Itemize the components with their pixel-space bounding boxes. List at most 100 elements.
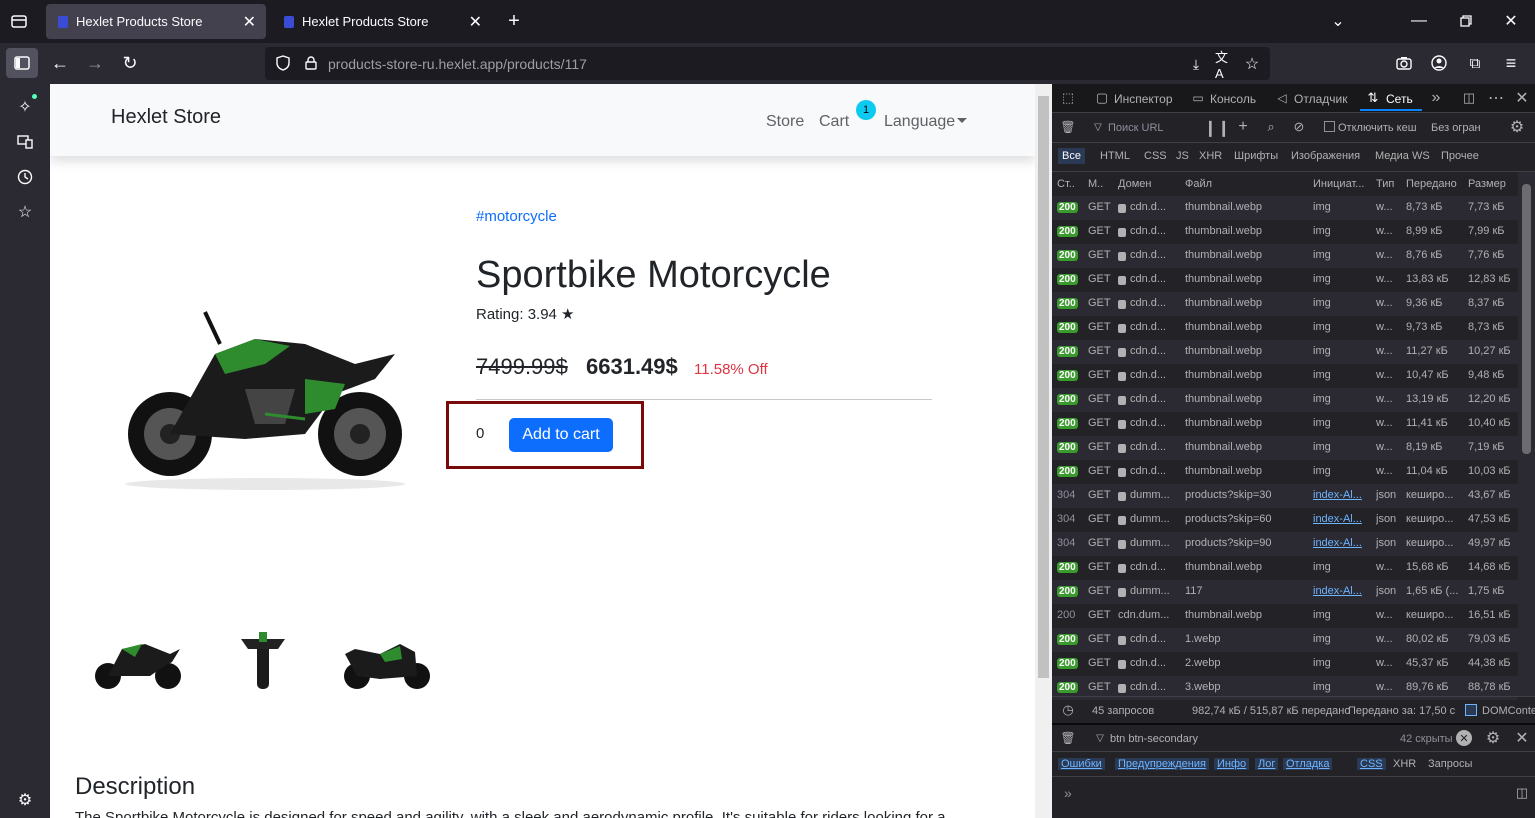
product-tag-link[interactable]: #motorcycle: [476, 208, 557, 225]
throttle-select[interactable]: Без огран: [1431, 122, 1481, 134]
url-bar[interactable]: products-store-ru.hexlet.app/products/11…: [265, 47, 1270, 81]
network-scrollbar[interactable]: [1518, 172, 1535, 696]
nav-cart-link[interactable]: Cart: [819, 113, 849, 131]
filter-fonts[interactable]: Шрифты: [1234, 150, 1278, 162]
customize-sidebar-gear-icon[interactable]: ⚙: [14, 789, 36, 811]
tab-overview-icon[interactable]: [8, 10, 30, 32]
console-settings-gear-icon[interactable]: ⚙: [1485, 730, 1501, 747]
ai-chatbot-icon[interactable]: ✧: [14, 96, 36, 118]
filter-xhr[interactable]: XHR: [1199, 150, 1222, 162]
col-size[interactable]: Размер: [1468, 178, 1506, 190]
restore-icon[interactable]: [1455, 10, 1477, 32]
network-icon[interactable]: ⇅: [1365, 90, 1381, 106]
history-icon[interactable]: [14, 166, 36, 188]
col-initiator[interactable]: Инициат...: [1313, 178, 1364, 190]
console-clear-trash-icon[interactable]: 🗑: [1060, 730, 1076, 746]
network-request-row[interactable]: 200 GET cdn.d... thumbnail.webp img w... 8,19 …: [1052, 436, 1518, 460]
col-method[interactable]: М..: [1088, 178, 1103, 190]
thumbnail-1[interactable]: [90, 624, 185, 694]
menu-icon[interactable]: ≡: [1499, 51, 1523, 75]
sidebar-toggle-icon[interactable]: [6, 48, 38, 78]
network-request-row[interactable]: 304 GET dumm... products?skip=30 index-Al...…: [1052, 484, 1518, 508]
col-transferred[interactable]: Передано: [1406, 178, 1457, 190]
screenshot-icon[interactable]: [1392, 51, 1416, 75]
network-settings-gear-icon[interactable]: ⚙: [1509, 119, 1525, 136]
tab-inspector[interactable]: Инспектор: [1114, 92, 1173, 106]
network-request-row[interactable]: 200 GET cdn.d... thumbnail.webp img w... 11,41…: [1052, 412, 1518, 436]
network-request-row[interactable]: 304 GET dumm... products?skip=60 index-Al...…: [1052, 508, 1518, 532]
tab-network[interactable]: Сеть: [1386, 92, 1413, 106]
browser-tab-1[interactable]: Hexlet Products Store ✕: [46, 4, 266, 39]
close-window-icon[interactable]: ✕: [1500, 10, 1522, 32]
debugger-icon[interactable]: ◁: [1274, 90, 1290, 106]
level-warnings[interactable]: Предупреждения: [1115, 758, 1209, 770]
account-icon[interactable]: [1427, 51, 1451, 75]
close-devtools-icon[interactable]: ✕: [1514, 90, 1530, 107]
filter-media[interactable]: Медиа: [1375, 150, 1409, 162]
network-request-row[interactable]: 200 GET cdn.d... thumbnail.webp img w... 11,04…: [1052, 460, 1518, 484]
network-request-row[interactable]: 200 GET cdn.dum... thumbnail.webp img w... кеш…: [1052, 604, 1518, 628]
pause-icon[interactable]: ❙❙: [1204, 120, 1231, 137]
network-request-row[interactable]: 200 GET cdn.d... 1.webp img w... 80,02 кБ 79,03…: [1052, 628, 1518, 652]
console-icon[interactable]: ▭: [1190, 90, 1206, 106]
network-request-row[interactable]: 200 GET cdn.d... thumbnail.webp img w... 11,27…: [1052, 340, 1518, 364]
devtools-menu-icon[interactable]: ⋯: [1488, 90, 1504, 107]
clear-trash-icon[interactable]: 🗑: [1060, 119, 1076, 135]
lock-icon[interactable]: [303, 55, 319, 71]
filter-ws[interactable]: WS: [1412, 150, 1430, 162]
browser-tab-2[interactable]: Hexlet Products Store ✕: [272, 4, 492, 39]
nav-store-link[interactable]: Store: [766, 113, 804, 131]
pick-element-icon[interactable]: ⬚: [1060, 90, 1076, 106]
download-page-icon[interactable]: ⤓: [1187, 55, 1205, 73]
cell-initiator[interactable]: index-Al...: [1313, 537, 1362, 549]
close-console-icon[interactable]: ✕: [1514, 730, 1530, 747]
scrollbar-thumb[interactable]: [1038, 96, 1049, 678]
new-tab-icon[interactable]: +: [503, 10, 525, 32]
network-request-row[interactable]: 200 GET cdn.d... thumbnail.webp img w... 9,73 …: [1052, 316, 1518, 340]
filter-all[interactable]: Все: [1058, 148, 1085, 164]
tab-console[interactable]: Консоль: [1210, 92, 1256, 106]
network-request-row[interactable]: 200 GET cdn.d... thumbnail.webp img w... 8,73 …: [1052, 196, 1518, 220]
network-request-row[interactable]: 304 GET dumm... products?skip=90 index-Al...…: [1052, 532, 1518, 556]
cell-initiator[interactable]: index-Al...: [1313, 513, 1362, 525]
inspector-icon[interactable]: ▢: [1094, 90, 1110, 106]
minimize-icon[interactable]: —: [1408, 10, 1430, 32]
level-debug[interactable]: Отладка: [1283, 758, 1333, 770]
network-request-row[interactable]: 200 GET cdn.d... thumbnail.webp img w... 8,76 …: [1052, 244, 1518, 268]
disable-cache-checkbox[interactable]: [1324, 121, 1335, 132]
filter-xhr-messages[interactable]: XHR: [1393, 758, 1416, 770]
filter-css[interactable]: CSS: [1144, 150, 1167, 162]
more-tabs-icon[interactable]: »: [1428, 89, 1444, 106]
level-info[interactable]: Инфо: [1214, 758, 1250, 770]
add-to-cart-button[interactable]: Add to cart: [509, 418, 613, 452]
dropdown-caret-icon[interactable]: [957, 118, 967, 123]
add-icon[interactable]: +: [1235, 118, 1251, 135]
network-request-row[interactable]: 200 GET cdn.d... thumbnail.webp img w... 9,36 …: [1052, 292, 1518, 316]
editor-mode-icon[interactable]: ◫: [1514, 785, 1530, 801]
url-filter-input[interactable]: Поиск URL: [1108, 122, 1164, 134]
filter-images[interactable]: Изображения: [1291, 150, 1360, 162]
network-request-row[interactable]: 200 GET cdn.d... thumbnail.webp img w... 8,99 …: [1052, 220, 1518, 244]
search-icon[interactable]: ⌕: [1263, 119, 1279, 135]
store-brand[interactable]: Hexlet Store: [111, 106, 221, 129]
reload-icon[interactable]: ↻: [118, 51, 142, 75]
network-request-row[interactable]: 200 GET cdn.d... thumbnail.webp img w... 15,68…: [1052, 556, 1518, 580]
col-domain[interactable]: Домен: [1118, 178, 1151, 190]
synced-tabs-icon[interactable]: [14, 131, 36, 153]
dock-icon[interactable]: ◫: [1461, 90, 1477, 106]
thumbnail-3[interactable]: [340, 624, 435, 694]
list-tabs-icon[interactable]: ⌄: [1327, 10, 1349, 32]
translate-icon[interactable]: 文A: [1215, 50, 1233, 81]
filter-other[interactable]: Прочее: [1441, 150, 1479, 162]
close-tab-icon[interactable]: ✕: [469, 12, 482, 32]
console-input[interactable]: » ◫: [1052, 777, 1535, 818]
clear-filter-icon[interactable]: ✕: [1456, 730, 1472, 746]
col-file[interactable]: Файл: [1185, 178, 1212, 190]
extensions-icon[interactable]: ⧉: [1463, 51, 1487, 75]
thumbnail-2[interactable]: [233, 624, 293, 699]
bookmark-star-icon[interactable]: ☆: [1243, 55, 1261, 73]
filter-html[interactable]: HTML: [1100, 150, 1130, 162]
block-icon[interactable]: ⊘: [1291, 119, 1307, 135]
back-icon[interactable]: ←: [48, 51, 72, 75]
language-dropdown[interactable]: Language: [884, 113, 955, 131]
